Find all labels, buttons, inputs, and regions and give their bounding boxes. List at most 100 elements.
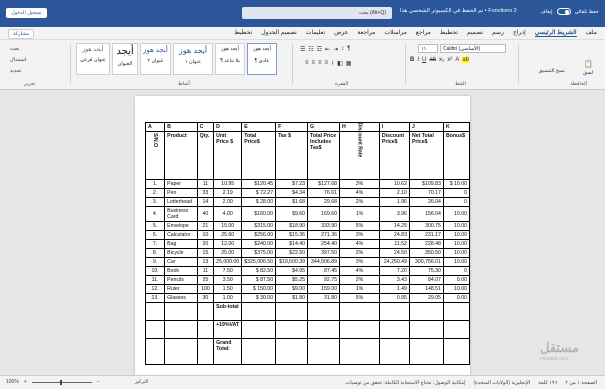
tab-review[interactable]: مراجعة (357, 29, 375, 37)
table-cell[interactable]: Business Card (164, 206, 198, 222)
table-cell[interactable]: $325,006.50 (241, 257, 277, 267)
justify-icon[interactable]: ≡ (325, 60, 329, 67)
table-cell[interactable]: $315.00 (241, 221, 277, 231)
table-cell[interactable]: $ 87.50 (241, 275, 277, 285)
table-cell[interactable]: 10.00 (442, 239, 470, 249)
table-cell[interactable]: 2. (144, 188, 166, 198)
table-cell[interactable] (307, 302, 341, 321)
table-cell[interactable]: 31.80 (307, 293, 341, 303)
table-cell[interactable]: 7.20 (378, 266, 410, 276)
table-cell[interactable]: 11.52 (378, 239, 410, 249)
table-cell[interactable] (307, 320, 341, 339)
table-cell[interactable]: Bicycle (164, 248, 198, 258)
table-cell[interactable]: 7.50 (213, 266, 243, 276)
table-cell[interactable] (196, 320, 215, 339)
table-cell[interactable]: 33 (196, 188, 215, 198)
tab-table-design[interactable]: تصميم الجدول (261, 29, 297, 37)
zoom-level[interactable]: 100% (6, 379, 19, 385)
style-heading2[interactable]: أيجد هوز عنوان ٢ (140, 43, 171, 75)
table-cell[interactable]: 271.36 (307, 230, 341, 240)
table-cell[interactable]: $ 82.50 (241, 266, 277, 276)
sort-icon[interactable]: ↕ (341, 46, 344, 53)
multilevel-list-icon[interactable]: ☲ (317, 46, 322, 53)
tab-references[interactable]: مراجع (416, 29, 431, 37)
table-cell[interactable]: 76.61 (307, 188, 341, 198)
tab-view[interactable]: عرض (334, 29, 348, 37)
table-cell[interactable]: 15.00 (213, 221, 243, 231)
table-cell[interactable]: 0 (442, 188, 470, 198)
table-cell[interactable]: 7. (144, 239, 166, 249)
tab-draw[interactable]: رسم (492, 29, 504, 37)
table-cell[interactable]: $127.68 (307, 179, 341, 189)
italic-icon[interactable]: I (417, 57, 419, 63)
strikethrough-icon[interactable]: ab (429, 57, 436, 63)
table-cell[interactable]: 254.40 (307, 239, 341, 249)
table-cell[interactable] (275, 302, 309, 321)
table-cell[interactable]: Pen (164, 188, 198, 198)
table-cell[interactable]: $ 72.27 (241, 188, 277, 198)
price-table[interactable]: A B C D E F G H I J K S/N.O Product Qty.… (144, 122, 470, 365)
highlight-icon[interactable]: ab (462, 57, 470, 63)
tab-help[interactable]: تعليمات (306, 29, 325, 37)
zoom-in-icon[interactable]: + (24, 379, 27, 385)
table-cell[interactable] (241, 302, 277, 321)
table-cell[interactable]: $4.34 (275, 188, 309, 198)
bullets-icon[interactable]: ☰ (300, 46, 305, 53)
table-cell[interactable]: 0.95 (378, 293, 410, 303)
table-cell[interactable] (164, 338, 198, 365)
style-normal[interactable]: أيجد هوز ¶ عادي (247, 43, 277, 75)
table-cell[interactable] (144, 302, 166, 321)
table-cell[interactable]: $15.36 (275, 230, 309, 240)
table-cell[interactable]: $109.83 (408, 179, 444, 189)
table-cell[interactable] (196, 302, 215, 321)
table-cell[interactable] (442, 320, 470, 339)
table-cell[interactable]: $ 10.00 (442, 179, 470, 189)
focus-button[interactable]: التركيز (135, 379, 149, 385)
signin-button[interactable]: تسجيل الدخول (6, 8, 47, 18)
table-cell[interactable]: $5.25 (275, 275, 309, 285)
table-cell[interactable]: 10 (196, 230, 215, 240)
tab-home[interactable]: الشريط الرئيسي (534, 29, 577, 37)
table-cell[interactable]: 156.04 (408, 206, 444, 222)
table-cell[interactable] (378, 320, 410, 339)
table-cell[interactable]: 300,756.01 (408, 257, 444, 267)
table-cell[interactable]: 2% (339, 275, 380, 285)
table-cell[interactable]: $160.00 (241, 206, 277, 222)
share-button[interactable]: مشاركة (8, 29, 35, 39)
table-cell[interactable]: Ruler (164, 284, 198, 294)
table-cell[interactable]: 10.00 (442, 206, 470, 222)
tab-layout[interactable]: تخطيط (440, 29, 458, 37)
decrease-indent-icon[interactable]: ⇤ (325, 46, 330, 53)
table-cell[interactable]: 10.00 (442, 257, 470, 267)
table-cell[interactable] (442, 302, 470, 321)
table-cell[interactable]: 25,000.00 (213, 257, 243, 267)
table-cell[interactable]: 231.17 (408, 230, 444, 240)
table-cell[interactable]: 3% (339, 257, 380, 267)
table-cell[interactable]: 84.07 (408, 275, 444, 285)
zoom-out-icon[interactable]: − (97, 379, 100, 385)
table-cell[interactable]: Book (164, 266, 198, 276)
table-cell[interactable]: 24.83 (378, 230, 410, 240)
table-cell[interactable] (275, 338, 309, 365)
format-painter-button[interactable]: نسخ التنسيق (538, 68, 565, 74)
table-cell[interactable]: Pencils (164, 275, 198, 285)
table-cell[interactable]: Calculator (164, 230, 198, 240)
zoom-slider[interactable] (31, 379, 92, 385)
underline-icon[interactable]: U (422, 57, 426, 63)
table-cell[interactable]: $ 30.00 (241, 293, 277, 303)
table-cell[interactable]: 6. (144, 230, 166, 240)
table-cell[interactable]: Letterhead (164, 197, 198, 207)
table-cell[interactable]: 9. (144, 257, 166, 267)
table-cell[interactable]: 5% (339, 221, 380, 231)
table-cell[interactable]: 4% (339, 239, 380, 249)
tab-table-layout[interactable]: تخطيط (234, 29, 252, 37)
table-cell[interactable]: 75.30 (408, 266, 444, 276)
table-cell[interactable]: 0.00 (442, 275, 470, 285)
tab-mailings[interactable]: مراسلات (384, 29, 406, 37)
accessibility-status[interactable]: إمكانية الوصول: تحتاج الاستجابة الكاملة:… (345, 380, 465, 386)
table-cell[interactable] (408, 338, 444, 365)
table-cell[interactable]: 92.75 (307, 275, 341, 285)
table-cell[interactable]: $9.60 (275, 206, 309, 222)
table-cell[interactable]: 10. (144, 266, 166, 276)
table-cell[interactable] (307, 338, 341, 365)
